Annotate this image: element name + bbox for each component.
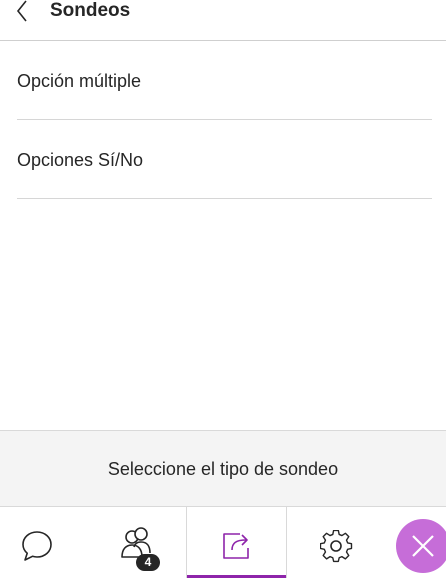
bottom-tab-bar: 4 xyxy=(0,506,446,578)
option-label: Opciones Sí/No xyxy=(17,150,144,170)
gear-icon xyxy=(320,530,353,563)
attendee-count-badge: 4 xyxy=(136,554,160,571)
tab-share-content[interactable] xyxy=(186,507,287,578)
close-icon xyxy=(412,535,434,557)
tab-settings[interactable] xyxy=(287,507,387,578)
poll-type-multiple-choice[interactable]: Opción múltiple xyxy=(17,41,432,120)
instruction-footer: Seleccione el tipo de sondeo xyxy=(0,430,446,506)
chevron-left-icon[interactable] xyxy=(12,0,32,22)
chat-bubble-icon xyxy=(22,531,52,561)
page-title: Sondeos xyxy=(50,0,131,21)
instruction-text: Seleccione el tipo de sondeo xyxy=(107,459,339,479)
tab-chat[interactable] xyxy=(0,507,86,578)
close-button[interactable] xyxy=(396,519,446,573)
share-icon xyxy=(223,533,249,559)
poll-type-yes-no[interactable]: Opciones Sí/No xyxy=(17,120,432,199)
option-label: Opción múltiple xyxy=(17,71,142,91)
tab-attendees[interactable] xyxy=(86,507,186,578)
header: Sondeos xyxy=(0,0,446,41)
